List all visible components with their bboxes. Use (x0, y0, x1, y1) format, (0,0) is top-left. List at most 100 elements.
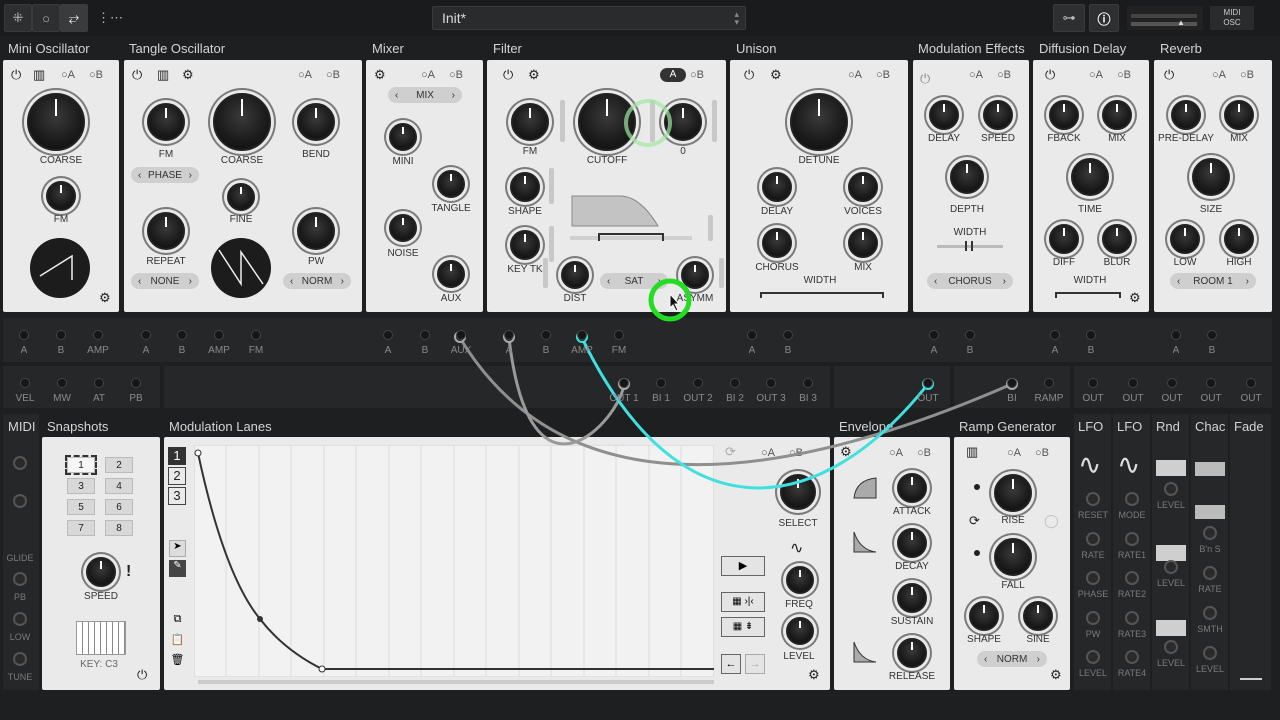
low-knob[interactable] (13, 612, 27, 626)
random-slider-0[interactable] (1156, 460, 1186, 476)
keyboard-icon[interactable]: ▥ (966, 445, 978, 458)
chaos-knob-3[interactable] (1203, 646, 1217, 660)
random-slider-2[interactable] (1156, 620, 1186, 636)
power-icon[interactable]: ⏻ (1164, 68, 1174, 81)
shape-knob[interactable] (510, 172, 540, 202)
a-output-toggle[interactable]: ○A (889, 447, 903, 459)
lfo2-knob-1[interactable] (1125, 531, 1139, 546)
coarse-knob[interactable] (213, 93, 271, 151)
jack-filter-0[interactable] (504, 330, 514, 340)
jack-input-0[interactable] (20, 378, 30, 388)
lfo1-knob-3[interactable] (1086, 610, 1100, 625)
b-output-toggle[interactable]: ○B (876, 69, 890, 81)
a-output-toggle[interactable]: A (660, 68, 686, 82)
a-output-toggle[interactable]: ○A (421, 69, 435, 81)
b-output-toggle[interactable]: ○B (917, 447, 931, 459)
range-handle[interactable] (598, 233, 664, 241)
lane-tab-2[interactable]: 2 (168, 467, 186, 485)
jack-mixer-0[interactable] (383, 330, 393, 340)
lfo2-knob-3[interactable] (1125, 610, 1139, 625)
lfo1-knob-0[interactable] (1086, 492, 1100, 506)
room-selector[interactable]: ‹ ROOM 1 › (1170, 273, 1256, 289)
jack-delay-1[interactable] (1086, 330, 1096, 340)
norm-selector[interactable]: ‹ NORM › (283, 273, 351, 289)
speed-knob[interactable] (86, 557, 116, 587)
sync-icon[interactable]: ⟳ (725, 445, 736, 458)
side-slider[interactable] (708, 215, 713, 241)
b-output-toggle[interactable]: ○B (449, 69, 463, 81)
settings-gear-icon[interactable]: ⚙ (808, 668, 820, 681)
pb-knob[interactable] (13, 572, 27, 586)
settings-gear-icon[interactable]: ⚙ (528, 68, 540, 81)
power-icon[interactable]: ⏻ (503, 68, 513, 81)
lane-output-jack-4[interactable] (766, 378, 776, 388)
a-output-toggle[interactable]: ○A (1212, 69, 1226, 81)
jack-modfx-0[interactable] (929, 330, 939, 340)
waveform-display[interactable] (30, 238, 90, 298)
jack-filter-2[interactable] (577, 330, 587, 340)
width-slider[interactable] (760, 292, 884, 298)
lfo-output-jack-3[interactable] (1206, 378, 1216, 388)
lfo1-knob-2[interactable] (1086, 571, 1100, 585)
power-icon[interactable]: ⏻ (132, 68, 142, 81)
a-output-toggle[interactable]: ○A (298, 69, 312, 81)
jack-mixer-2[interactable] (456, 330, 466, 340)
lane-tab-3[interactable]: 3 (168, 487, 186, 505)
b-output-toggle[interactable]: ○B (326, 69, 340, 81)
chaos-knob-2[interactable] (1203, 606, 1217, 620)
jack-unison-0[interactable] (747, 330, 757, 340)
jack-tangle-2[interactable] (214, 330, 224, 340)
play-button[interactable]: ▶ (721, 556, 765, 576)
jack-unison-1[interactable] (783, 330, 793, 340)
snapshot-button-4[interactable]: 4 (105, 478, 133, 494)
depth-knob[interactable] (950, 160, 984, 194)
noise-knob[interactable] (389, 214, 417, 242)
settings-gear-icon[interactable]: ⚙ (840, 445, 852, 458)
undo-button[interactable]: ← (721, 654, 741, 674)
voices-knob[interactable] (848, 172, 878, 202)
jack-mini-0[interactable] (19, 330, 29, 340)
phase-selector[interactable]: ‹ PHASE › (131, 167, 199, 183)
jack-reverb-1[interactable] (1207, 330, 1217, 340)
resonance-slider[interactable] (712, 100, 717, 142)
delay-knob[interactable] (929, 100, 959, 130)
jack-input-1[interactable] (57, 378, 67, 388)
tune-knob[interactable] (13, 652, 27, 666)
lfo-output-jack-2[interactable] (1167, 378, 1177, 388)
fine-knob[interactable] (227, 183, 255, 211)
cable-button[interactable]: ⊶ (1053, 4, 1085, 32)
snapshot-button-8[interactable]: 8 (105, 520, 133, 536)
jack-input-3[interactable] (131, 378, 141, 388)
snapshot-button-2[interactable]: 2 (105, 457, 133, 473)
jack-tangle-0[interactable] (141, 330, 151, 340)
share-button[interactable]: ⋮⋯ (96, 4, 124, 32)
settings-gear-icon[interactable]: ⚙ (1129, 291, 1141, 304)
jack-modfx-1[interactable] (965, 330, 975, 340)
tangle-knob[interactable] (437, 170, 465, 198)
lane-output-jack-2[interactable] (693, 378, 703, 388)
jack-input-2[interactable] (94, 378, 104, 388)
asymm-knob[interactable] (681, 261, 709, 289)
none-selector[interactable]: ‹ NONE › (131, 273, 199, 289)
attack-knob[interactable] (897, 473, 927, 503)
resonance-knob[interactable] (664, 103, 702, 141)
lane-editor[interactable] (194, 445, 714, 677)
snapshot-button-3[interactable]: 3 (67, 478, 95, 494)
delay-knob[interactable] (762, 172, 792, 202)
lane-tab-1[interactable]: 1 (168, 447, 186, 465)
lane-output-jack-3[interactable] (730, 378, 740, 388)
grid-collapse-button[interactable]: ▦ ⇟ (721, 617, 765, 637)
fm-slider[interactable] (560, 100, 565, 142)
sat-selector[interactable]: ‹ SAT › (600, 273, 668, 289)
mix-knob[interactable] (848, 228, 878, 258)
sine-wave-icon[interactable]: ∿ (1117, 447, 1140, 483)
power-icon[interactable]: ⏻ (11, 68, 21, 81)
filter-response-graph[interactable] (570, 192, 664, 230)
lfo-output-jack-4[interactable] (1246, 378, 1256, 388)
b-output-toggle[interactable]: ○B (690, 69, 704, 81)
fade-slider[interactable] (1240, 678, 1262, 680)
grid-expand-button[interactable]: ▦ ›|‹ (721, 592, 765, 612)
a-output-toggle[interactable]: ○A (1089, 69, 1103, 81)
low-knob[interactable] (1170, 224, 1200, 254)
lane-output-jack-1[interactable] (656, 378, 666, 388)
